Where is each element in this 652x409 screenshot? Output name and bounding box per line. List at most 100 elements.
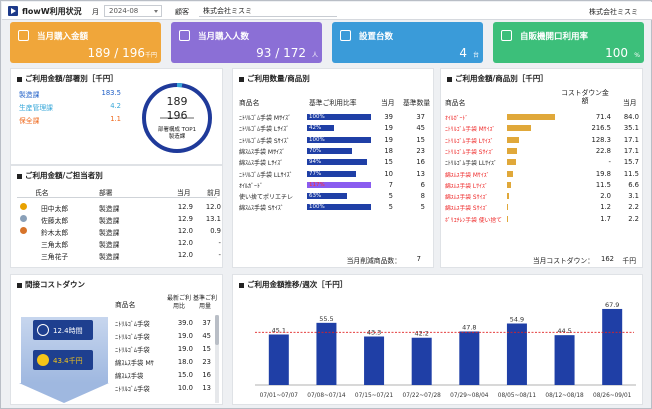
qty-ratio-label: 100%	[309, 114, 325, 120]
donut-top-value: 189	[166, 95, 188, 108]
customer-field[interactable]: 株式会社ミスミ	[199, 5, 337, 17]
bar-value-label: 54.9	[510, 316, 524, 324]
qty-current: 5	[388, 203, 393, 212]
amount-current: 17.1	[623, 146, 639, 155]
amount-current: 2.2	[628, 203, 639, 212]
donut-caption-2: 製造課	[168, 134, 186, 140]
staff-dept: 製造課	[99, 241, 120, 249]
staff-current: 12.0	[177, 251, 193, 259]
amount-bar	[507, 181, 511, 188]
kpi-unit: 千円	[144, 52, 157, 59]
qty-current: 19	[384, 124, 393, 133]
staff-header: 部署	[99, 189, 113, 197]
bar	[364, 336, 385, 385]
rank-badge-icon	[20, 215, 27, 222]
staff-dept: 製造課	[99, 229, 120, 237]
kpi-value: 4	[459, 46, 467, 60]
staff-previous: 12.0	[205, 203, 221, 211]
pie-chart-icon	[501, 30, 512, 41]
qty-panel: ご利用数量/商品別 商品名 基準ご利用比率 当月 基準数量 ﾆﾄﾘﾙｺﾞﾑ手袋 Mｻｲｽ…	[232, 68, 434, 268]
bar-value-label: 67.9	[605, 301, 619, 309]
indirect-product-name: ﾆﾄﾘﾙｺﾞﾑ手袋	[115, 334, 150, 341]
staff-current: 12.0	[177, 227, 193, 235]
money-badge: 43.4千円	[33, 350, 93, 370]
qty-ratio-label: 100%	[309, 204, 325, 211]
staff-header: 前月	[207, 189, 221, 197]
staff-panel: ご利用金額/ご担当者別 氏名 部署 当月 前月 田中太郎 製造課 12.9 12.0 佐藤太郎製…	[10, 165, 223, 268]
person-icon	[179, 30, 190, 41]
staff-dept: 製造課	[99, 253, 120, 261]
yen-icon	[18, 30, 29, 41]
kpi-value: 189 / 196	[87, 46, 145, 60]
dept-panel: ご利用金額/部署別［千円］ 製造課 183.5 生産管理課 4.2 保全課 1.1 189…	[10, 68, 223, 165]
qty-ratio-label: 117%	[309, 181, 325, 188]
staff-dept: 製造課	[99, 217, 120, 225]
dept-name: 保全課	[19, 117, 40, 125]
qty-current: 15	[384, 158, 393, 167]
amount-product-name: ｵｲﾙｶﾞｰﾄﾞ	[445, 116, 469, 122]
x-tick-label: 08/26~09/01	[593, 393, 632, 399]
yen-coin-icon	[37, 354, 49, 366]
donut-bottom-value: 196	[166, 109, 188, 122]
amount-current: 17.1	[623, 135, 639, 144]
staff-header: 氏名	[35, 189, 49, 197]
qty-base: 8	[420, 192, 425, 201]
qty-current: 10	[384, 169, 393, 178]
indirect-base: 16	[202, 371, 211, 379]
weekly-bar-chart: 45.107/01~07/0755.507/08~07/1443.307/15~…	[255, 301, 636, 399]
amount-product-name: ﾆﾄﾘﾙｺﾞﾑ手袋 Lｻｲｽﾞ	[445, 138, 494, 145]
indirect-panel: 間接コストダウン 12.4時間 43.4千円 商品名 最新ご利用比 基準ご利用量 ﾆﾄ…	[10, 274, 223, 405]
weekly-chart-panel: ご利用金額推移/週次［千円］ 45.1 07/01~07/07 55.5 07/08~…	[232, 274, 643, 405]
top-bar: flowW利用状況 月 2024-08 顧客 株式会社ミスミ 株式会社ミスミ	[2, 2, 652, 20]
indirect-ratio: 18.0	[177, 358, 193, 366]
amount-footer-value: 162	[601, 255, 614, 263]
bar-value-label: 45.1	[272, 326, 286, 334]
kpi-title: 設置台数	[359, 32, 394, 42]
scrollbar-thumb[interactable]	[215, 315, 219, 345]
kpi-card: 設置台数 4 台	[332, 22, 483, 63]
kpi-unit: 台	[472, 52, 479, 59]
indirect-base: 45	[202, 332, 211, 340]
indirect-product-name: ﾆﾄﾘﾙｺﾞﾑ手袋	[115, 321, 150, 328]
qty-product-name: ﾆﾄﾘﾙｺﾞﾑ手袋 Mｻｲｽﾞ	[239, 115, 292, 122]
dept-value: 1.1	[110, 115, 121, 123]
amount-bar	[507, 170, 514, 177]
bar	[411, 337, 432, 385]
qty-header: 基準ご利用比率	[309, 99, 357, 107]
staff-current: 12.0	[177, 239, 193, 247]
x-tick-label: 07/15~07/21	[355, 393, 394, 399]
qty-current: 19	[384, 135, 393, 144]
month-label: 月	[92, 8, 99, 16]
dept-title: ご利用金額/部署別［千円］	[17, 73, 118, 84]
indirect-arrow-head	[19, 383, 109, 403]
indirect-scrollbar[interactable]	[215, 315, 219, 403]
amount-product-name: ﾆﾄﾘﾙｺﾞﾑ手袋 Mｻｲｽﾞ	[445, 127, 496, 134]
staff-current: 12.9	[177, 215, 193, 223]
x-tick-label: 07/29~08/04	[450, 393, 489, 399]
app-title: flowW利用状況	[22, 7, 82, 16]
amount-current: 3.1	[628, 192, 639, 201]
dept-name: 製造課	[19, 91, 40, 99]
kpi-value: 93 / 172	[256, 46, 306, 60]
amount-product-name: ﾆﾄﾘﾙｺﾞﾑ手袋 LLｻｲｽﾞ	[445, 161, 497, 168]
indirect-header: 商品名	[115, 301, 136, 309]
indirect-header: 最新ご利用比	[166, 295, 191, 310]
amount-costdown: 1.7	[600, 214, 611, 223]
indirect-ratio: 19.0	[177, 345, 193, 353]
indirect-base: 37	[202, 319, 211, 327]
qty-footer-label: 当月削減商品数：	[346, 257, 401, 265]
qty-current: 18	[384, 146, 393, 155]
qty-base: 37	[416, 113, 425, 121]
qty-footer-value: 7	[416, 255, 421, 263]
indirect-product-name: ﾆﾄﾘﾙｺﾞﾑ手袋	[115, 386, 150, 393]
amount-current: 84.0	[623, 113, 639, 121]
staff-dept: 製造課	[99, 205, 120, 213]
indirect-title: 間接コストダウン	[17, 279, 85, 290]
staff-name: 鈴木太郎	[41, 229, 69, 237]
amount-current: 6.6	[628, 180, 639, 189]
indirect-product-name: 綿ｽﾑｽ手袋 Mｻ	[115, 360, 154, 367]
month-select[interactable]: 2024-08	[104, 5, 162, 17]
amount-bar	[507, 125, 531, 132]
amount-current: 2.2	[628, 214, 639, 223]
indirect-ratio: 19.0	[177, 332, 193, 340]
